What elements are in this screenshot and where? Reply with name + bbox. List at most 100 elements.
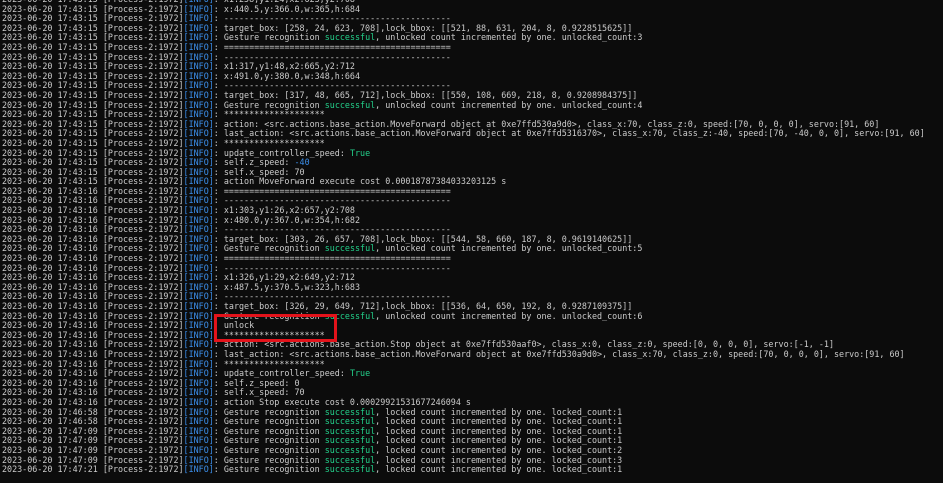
log-timestamp: 2023-06-20 17:43:15 — [2, 157, 98, 168]
log-timestamp: 2023-06-20 17:43:15 — [2, 41, 98, 52]
log-process: [Process-2:1972] — [97, 377, 184, 388]
log-timestamp: 2023-06-20 17:43:16 — [2, 243, 98, 254]
log-message: : ******************** — [213, 358, 325, 369]
log-level: [INFO] — [183, 339, 214, 350]
log-level: [INFO] — [183, 435, 214, 446]
log-level: [INFO] — [183, 70, 214, 81]
log-timestamp: 2023-06-20 17:46:58 — [2, 416, 98, 427]
log-level: [INFO] — [183, 89, 214, 100]
log-message: : Gesture recognition — [213, 464, 325, 475]
log-timestamp: 2023-06-20 17:43:16 — [2, 281, 98, 292]
log-timestamp: 2023-06-20 17:47:09 — [2, 454, 98, 465]
log-process: [Process-2:1972] — [97, 262, 184, 273]
log-process: [Process-2:1972] — [97, 166, 184, 177]
log-message-tail: , unlocked count incremented by one. unl… — [375, 243, 643, 254]
log-message: : Gesture recognition — [213, 416, 325, 427]
log-process: [Process-2:1972] — [97, 13, 184, 24]
log-level: [INFO] — [183, 444, 214, 455]
log-process: [Process-2:1972] — [97, 387, 184, 398]
log-level: [INFO] — [183, 176, 214, 187]
log-process: [Process-2:1972] — [97, 176, 184, 187]
log-level: [INFO] — [183, 137, 214, 148]
log-number: -40 — [294, 157, 310, 168]
log-message: : x:440.5,y:366.0,w:365,h:684 — [213, 3, 361, 14]
log-level: [INFO] — [183, 118, 214, 129]
log-level: [INFO] — [183, 368, 214, 379]
log-level: [INFO] — [183, 406, 214, 417]
log-message: : action Stop execute cost 0.00029921531… — [213, 396, 471, 407]
log-process: [Process-2:1972] — [97, 51, 184, 62]
log-level: [INFO] — [183, 377, 214, 388]
log-level: [INFO] — [183, 32, 214, 43]
log-message: : --------------------------------------… — [213, 13, 451, 24]
log-level: [INFO] — [183, 262, 214, 273]
log-timestamp: 2023-06-20 17:43:15 — [2, 22, 98, 33]
log-process: [Process-2:1972] — [97, 99, 184, 110]
log-message: : Gesture recognition — [213, 406, 325, 417]
log-message: : Gesture recognition — [213, 99, 325, 110]
log-message: : --------------------------------------… — [213, 195, 451, 206]
log-level: [INFO] — [183, 329, 214, 340]
log-message: : target_box: [303, 26, 657, 708],lock_b… — [213, 233, 633, 244]
log-level: [INFO] — [183, 185, 214, 196]
log-message: : x:487.5,y:370.5,w:323,h:683 — [213, 281, 361, 292]
log-level: [INFO] — [183, 320, 214, 331]
log-process: [Process-2:1972] — [97, 41, 184, 52]
log-highlight: successful — [324, 454, 376, 465]
log-process: [Process-2:1972] — [97, 195, 184, 206]
log-timestamp: 2023-06-20 17:43:15 — [2, 147, 98, 158]
log-process: [Process-2:1972] — [97, 358, 184, 369]
log-message: : x:491.0,y:380.0,w:348,h:664 — [213, 70, 361, 81]
log-level: [INFO] — [183, 205, 214, 216]
log-level: [INFO] — [183, 109, 214, 120]
log-timestamp: 2023-06-20 17:47:09 — [2, 444, 98, 455]
log-level: [INFO] — [183, 281, 214, 292]
log-timestamp: 2023-06-20 17:47:09 — [2, 425, 98, 436]
log-process: [Process-2:1972] — [97, 339, 184, 350]
log-timestamp: 2023-06-20 17:47:21 — [2, 464, 98, 475]
log-message: : x:480.0,y:367.0,w:354,h:682 — [213, 214, 361, 225]
log-highlight: True — [349, 368, 371, 379]
log-process: [Process-2:1972] — [97, 444, 184, 455]
log-timestamp: 2023-06-20 17:43:16 — [2, 214, 98, 225]
log-timestamp: 2023-06-20 17:43:16 — [2, 348, 98, 359]
log-highlight: successful — [324, 99, 376, 110]
log-process: [Process-2:1972] — [97, 281, 184, 292]
log-level: [INFO] — [183, 425, 214, 436]
log-level: [INFO] — [183, 214, 214, 225]
log-highlight: successful — [324, 243, 376, 254]
log-process: [Process-2:1972] — [97, 454, 184, 465]
log-level: [INFO] — [183, 396, 214, 407]
log-message: : action: <src.actions.base_action.MoveF… — [213, 118, 880, 129]
log-message: : Gesture recognition — [213, 435, 325, 446]
log-message-tail: , locked count incremented by one. locke… — [375, 464, 623, 475]
terminal-output[interactable]: 2023-06-20 17:43:15 [Process-2:1972][INF… — [2, 0, 943, 475]
log-timestamp: 2023-06-20 17:43:15 — [2, 51, 98, 62]
log-process: [Process-2:1972] — [97, 348, 184, 359]
log-timestamp: 2023-06-20 17:43:15 — [2, 99, 98, 110]
log-message: : ******************** — [213, 109, 325, 120]
log-message: : Gesture recognition — [213, 243, 325, 254]
log-message: : self.z_speed: — [213, 157, 295, 168]
log-level: [INFO] — [183, 233, 214, 244]
unlock-highlight-box — [214, 314, 337, 342]
log-level: [INFO] — [183, 80, 214, 91]
log-process: [Process-2:1972] — [97, 89, 184, 100]
log-timestamp: 2023-06-20 17:43:15 — [2, 166, 98, 177]
log-timestamp: 2023-06-20 17:43:16 — [2, 195, 98, 206]
log-timestamp: 2023-06-20 17:46:58 — [2, 406, 98, 417]
log-timestamp: 2023-06-20 17:43:15 — [2, 118, 98, 129]
log-process: [Process-2:1972] — [97, 406, 184, 417]
log-message: : self.x_speed: 70 — [213, 387, 305, 398]
log-message: : x1:326,y1:29,x2:649,y2:712 — [213, 272, 355, 283]
log-message: : ======================================… — [213, 41, 451, 52]
log-message: : target_box: [317, 48, 665, 712],lock_b… — [213, 89, 638, 100]
log-level: [INFO] — [183, 41, 214, 52]
log-timestamp: 2023-06-20 17:43:15 — [2, 89, 98, 100]
log-message-tail: , locked count incremented by one. locke… — [375, 454, 623, 465]
log-level: [INFO] — [183, 147, 214, 158]
log-level: [INFO] — [183, 195, 214, 206]
log-process: [Process-2:1972] — [97, 118, 184, 129]
log-process: [Process-2:1972] — [97, 416, 184, 427]
log-process: [Process-2:1972] — [97, 368, 184, 379]
